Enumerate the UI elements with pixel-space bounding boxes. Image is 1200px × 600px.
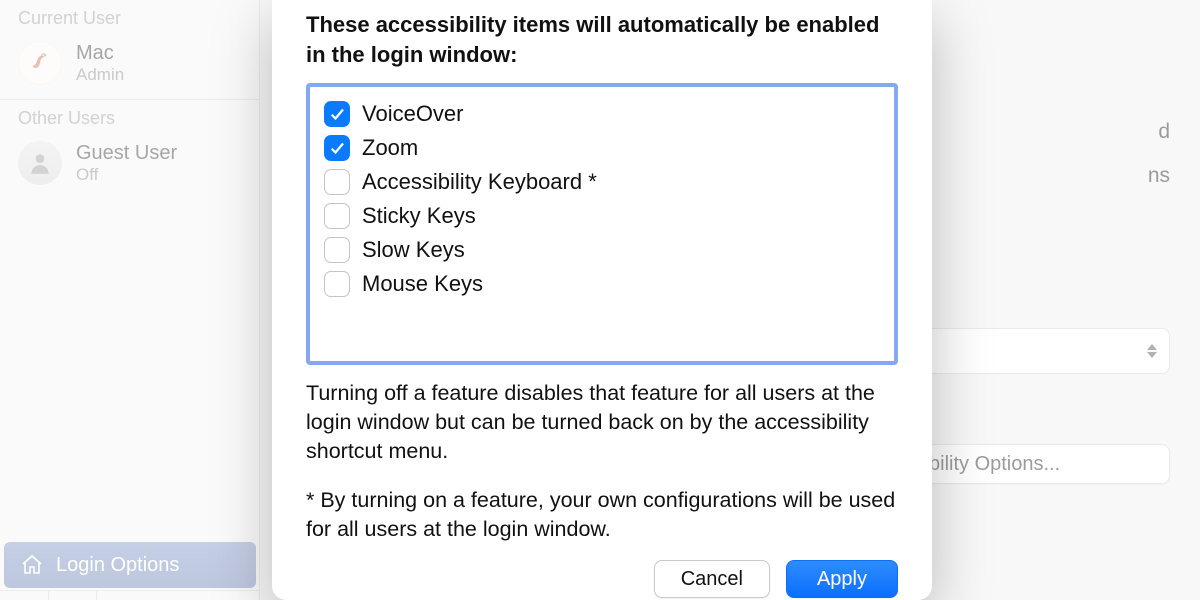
current-user-row[interactable]: Mac Admin	[0, 35, 259, 99]
user-avatar-icon	[18, 41, 62, 85]
cancel-button[interactable]: Cancel	[654, 560, 770, 598]
house-icon	[20, 553, 44, 577]
bg-text-fragment-1: d	[910, 120, 1170, 144]
checkbox-slow-keys[interactable]	[324, 237, 350, 263]
login-options-label: Login Options	[56, 554, 179, 577]
option-slow-keys[interactable]: Slow Keys	[324, 233, 880, 267]
accessibility-options-button-label: bility Options...	[929, 453, 1060, 476]
option-mouse-keys[interactable]: Mouse Keys	[324, 267, 880, 301]
option-label: Accessibility Keyboard *	[362, 169, 597, 195]
checkbox-mouse-keys[interactable]	[324, 271, 350, 297]
user-silhouette-icon	[18, 141, 62, 185]
option-voiceover[interactable]: VoiceOver	[324, 97, 880, 131]
bg-popup-button[interactable]	[910, 328, 1170, 374]
option-label: Zoom	[362, 135, 418, 161]
checkbox-sticky-keys[interactable]	[324, 203, 350, 229]
current-user-section-label: Current User	[0, 0, 259, 35]
guest-user-name: Guest User	[76, 142, 177, 165]
login-options-button[interactable]: Login Options	[4, 542, 256, 588]
accessibility-options-button[interactable]: bility Options...	[910, 444, 1170, 484]
checkbox-voiceover[interactable]	[324, 101, 350, 127]
explain-text: Turning off a feature disables that feat…	[306, 379, 898, 466]
option-label: Sticky Keys	[362, 203, 476, 229]
bg-text-fragment-2: ns	[910, 164, 1170, 188]
option-accessibility-keyboard[interactable]: Accessibility Keyboard *	[324, 165, 880, 199]
sidebar-footer-controls	[0, 590, 260, 600]
guest-user-row[interactable]: Guest User Off	[0, 135, 259, 199]
footnote-text: * By turning on a feature, your own conf…	[306, 486, 898, 544]
option-label: Slow Keys	[362, 237, 465, 263]
users-sidebar: Current User Mac Admin Other Users Guest…	[0, 0, 260, 600]
accessibility-options-sheet: These accessibility items will automatic…	[272, 0, 932, 600]
current-user-role: Admin	[76, 65, 124, 85]
option-label: VoiceOver	[362, 101, 464, 127]
sheet-heading: These accessibility items will automatic…	[306, 10, 898, 69]
background-right-controls: d ns bility Options...	[910, 120, 1170, 484]
other-users-section-label: Other Users	[0, 100, 259, 135]
option-sticky-keys[interactable]: Sticky Keys	[324, 199, 880, 233]
checkbox-accessibility-keyboard[interactable]	[324, 169, 350, 195]
accessibility-options-list: VoiceOver Zoom Accessibility Keyboard * …	[306, 83, 898, 365]
sheet-button-row: Cancel Apply	[306, 560, 898, 598]
current-user-name: Mac	[76, 42, 124, 65]
chevron-up-down-icon	[1147, 344, 1157, 358]
apply-button[interactable]: Apply	[786, 560, 898, 598]
checkbox-zoom[interactable]	[324, 135, 350, 161]
option-zoom[interactable]: Zoom	[324, 131, 880, 165]
option-label: Mouse Keys	[362, 271, 483, 297]
guest-user-status: Off	[76, 165, 177, 185]
